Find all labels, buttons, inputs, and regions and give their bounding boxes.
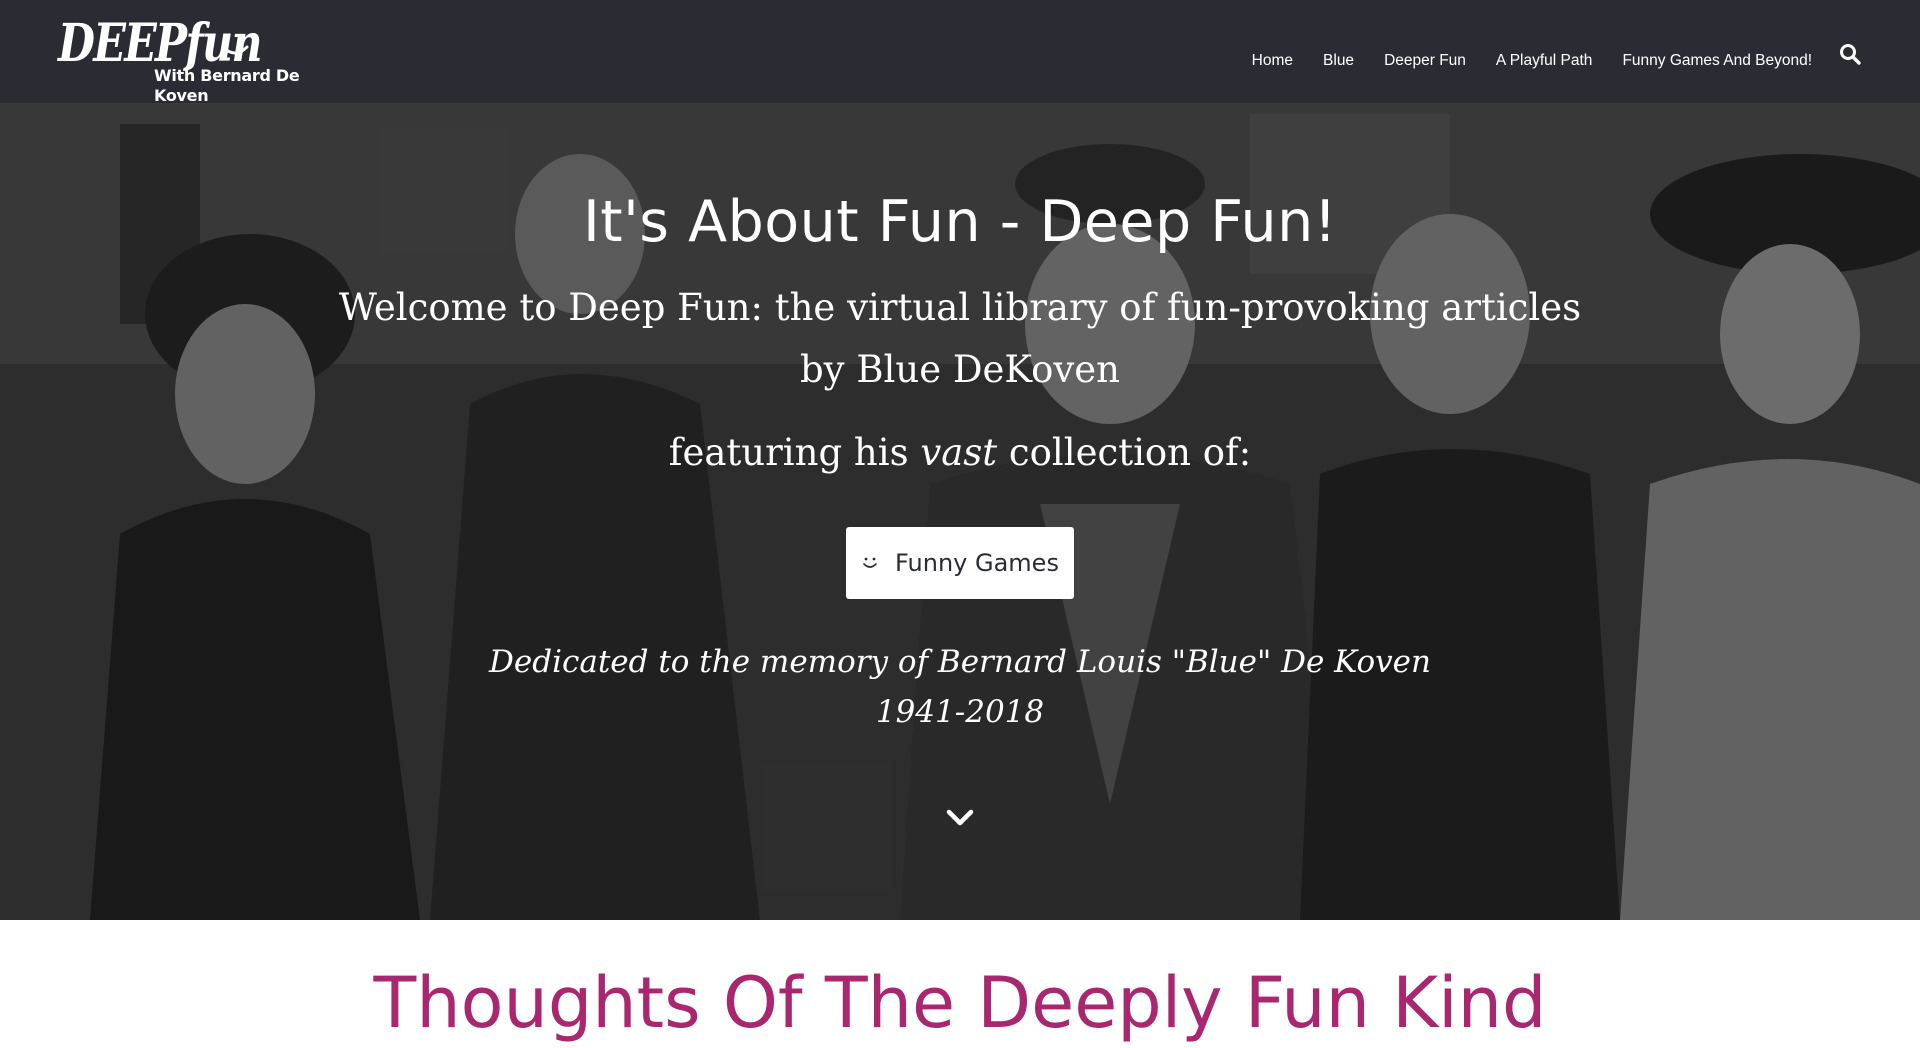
funny-games-button-label: Funny Games xyxy=(895,549,1059,577)
hero-featuring-text: featuring his vast collection of: xyxy=(0,429,1920,477)
nav-a-playful-path[interactable]: A Playful Path xyxy=(1496,50,1593,72)
search-icon[interactable] xyxy=(1838,42,1862,66)
nav-blue[interactable]: Blue xyxy=(1323,50,1354,72)
hero-title: It's About Fun - Deep Fun! xyxy=(582,189,1338,255)
featuring-text-start: featuring his xyxy=(668,431,921,474)
dedication-years: 1941-2018 xyxy=(875,694,1045,730)
section-heading: Thoughts Of The Deeply Fun Kind xyxy=(373,962,1547,1044)
dedication-text: Dedicated to the memory of Bernard Louis… xyxy=(489,644,1431,680)
hero-section: It's About Fun - Deep Fun! Welcome to De… xyxy=(0,104,1920,920)
nav-deeper-fun[interactable]: Deeper Fun xyxy=(1384,50,1466,72)
funny-games-button[interactable]: Funny Games xyxy=(846,527,1074,599)
logo-tagline: With Bernard De Koven xyxy=(154,66,300,105)
smile-icon xyxy=(221,35,249,55)
featuring-emphasis: vast xyxy=(920,431,998,474)
hero-byline: by Blue DeKoven xyxy=(800,348,1120,391)
smile-icon xyxy=(863,557,877,568)
site-logo[interactable]: DEEPfun With Bernard De Koven xyxy=(58,14,318,106)
featuring-text-end: collection of: xyxy=(997,431,1252,474)
nav-home[interactable]: Home xyxy=(1252,50,1293,72)
site-header: DEEPfun With Bernard De Koven Home Blue … xyxy=(0,0,1920,106)
chevron-down-icon[interactable] xyxy=(946,808,974,828)
main-nav: Home Blue Deeper Fun A Playful Path Funn… xyxy=(1252,50,1812,72)
nav-funny-games-and-beyond[interactable]: Funny Games And Beyond! xyxy=(1622,50,1812,72)
hero-welcome-text: Welcome to Deep Fun: the virtual library… xyxy=(338,286,1582,329)
